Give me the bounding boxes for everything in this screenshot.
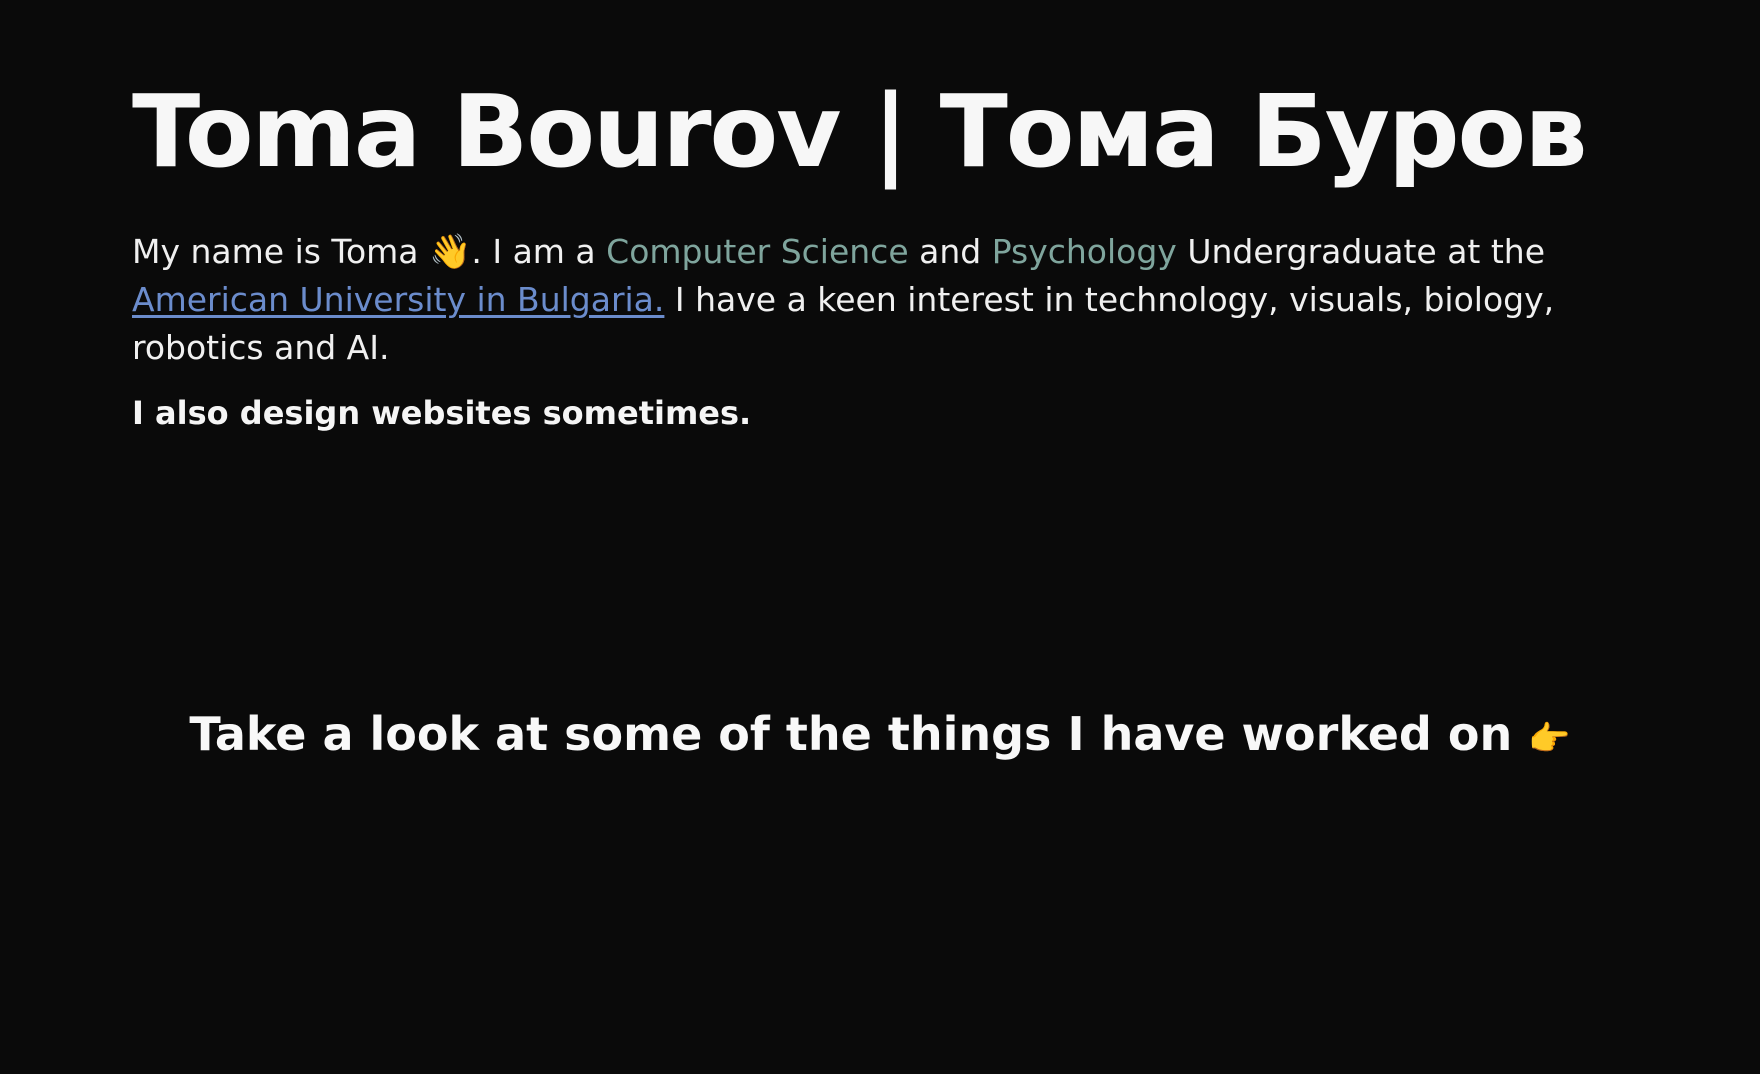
page-title: Toma Bourov | Тома Буров	[132, 73, 1588, 190]
intro-text-2: . I am a	[471, 232, 607, 271]
pointing-right-icon: 👉	[1528, 719, 1571, 759]
intro-paragraph: My name is Toma 👋. I am a Computer Scien…	[132, 228, 1632, 372]
intro-text-1: My name is Toma	[132, 232, 430, 271]
projects-callout-text: Take a look at some of the things I have…	[189, 707, 1529, 761]
waving-hand-icon: 👋	[429, 232, 472, 272]
design-note: I also design websites sometimes.	[132, 394, 752, 432]
field-psychology: Psychology	[991, 232, 1177, 271]
intro-text-3: Undergraduate at the	[1176, 232, 1545, 271]
projects-callout: Take a look at some of the things I have…	[0, 702, 1760, 771]
university-link[interactable]: American University in Bulgaria.	[132, 280, 664, 319]
intro-and: and	[908, 232, 992, 271]
field-computer-science: Computer Science	[606, 232, 909, 271]
